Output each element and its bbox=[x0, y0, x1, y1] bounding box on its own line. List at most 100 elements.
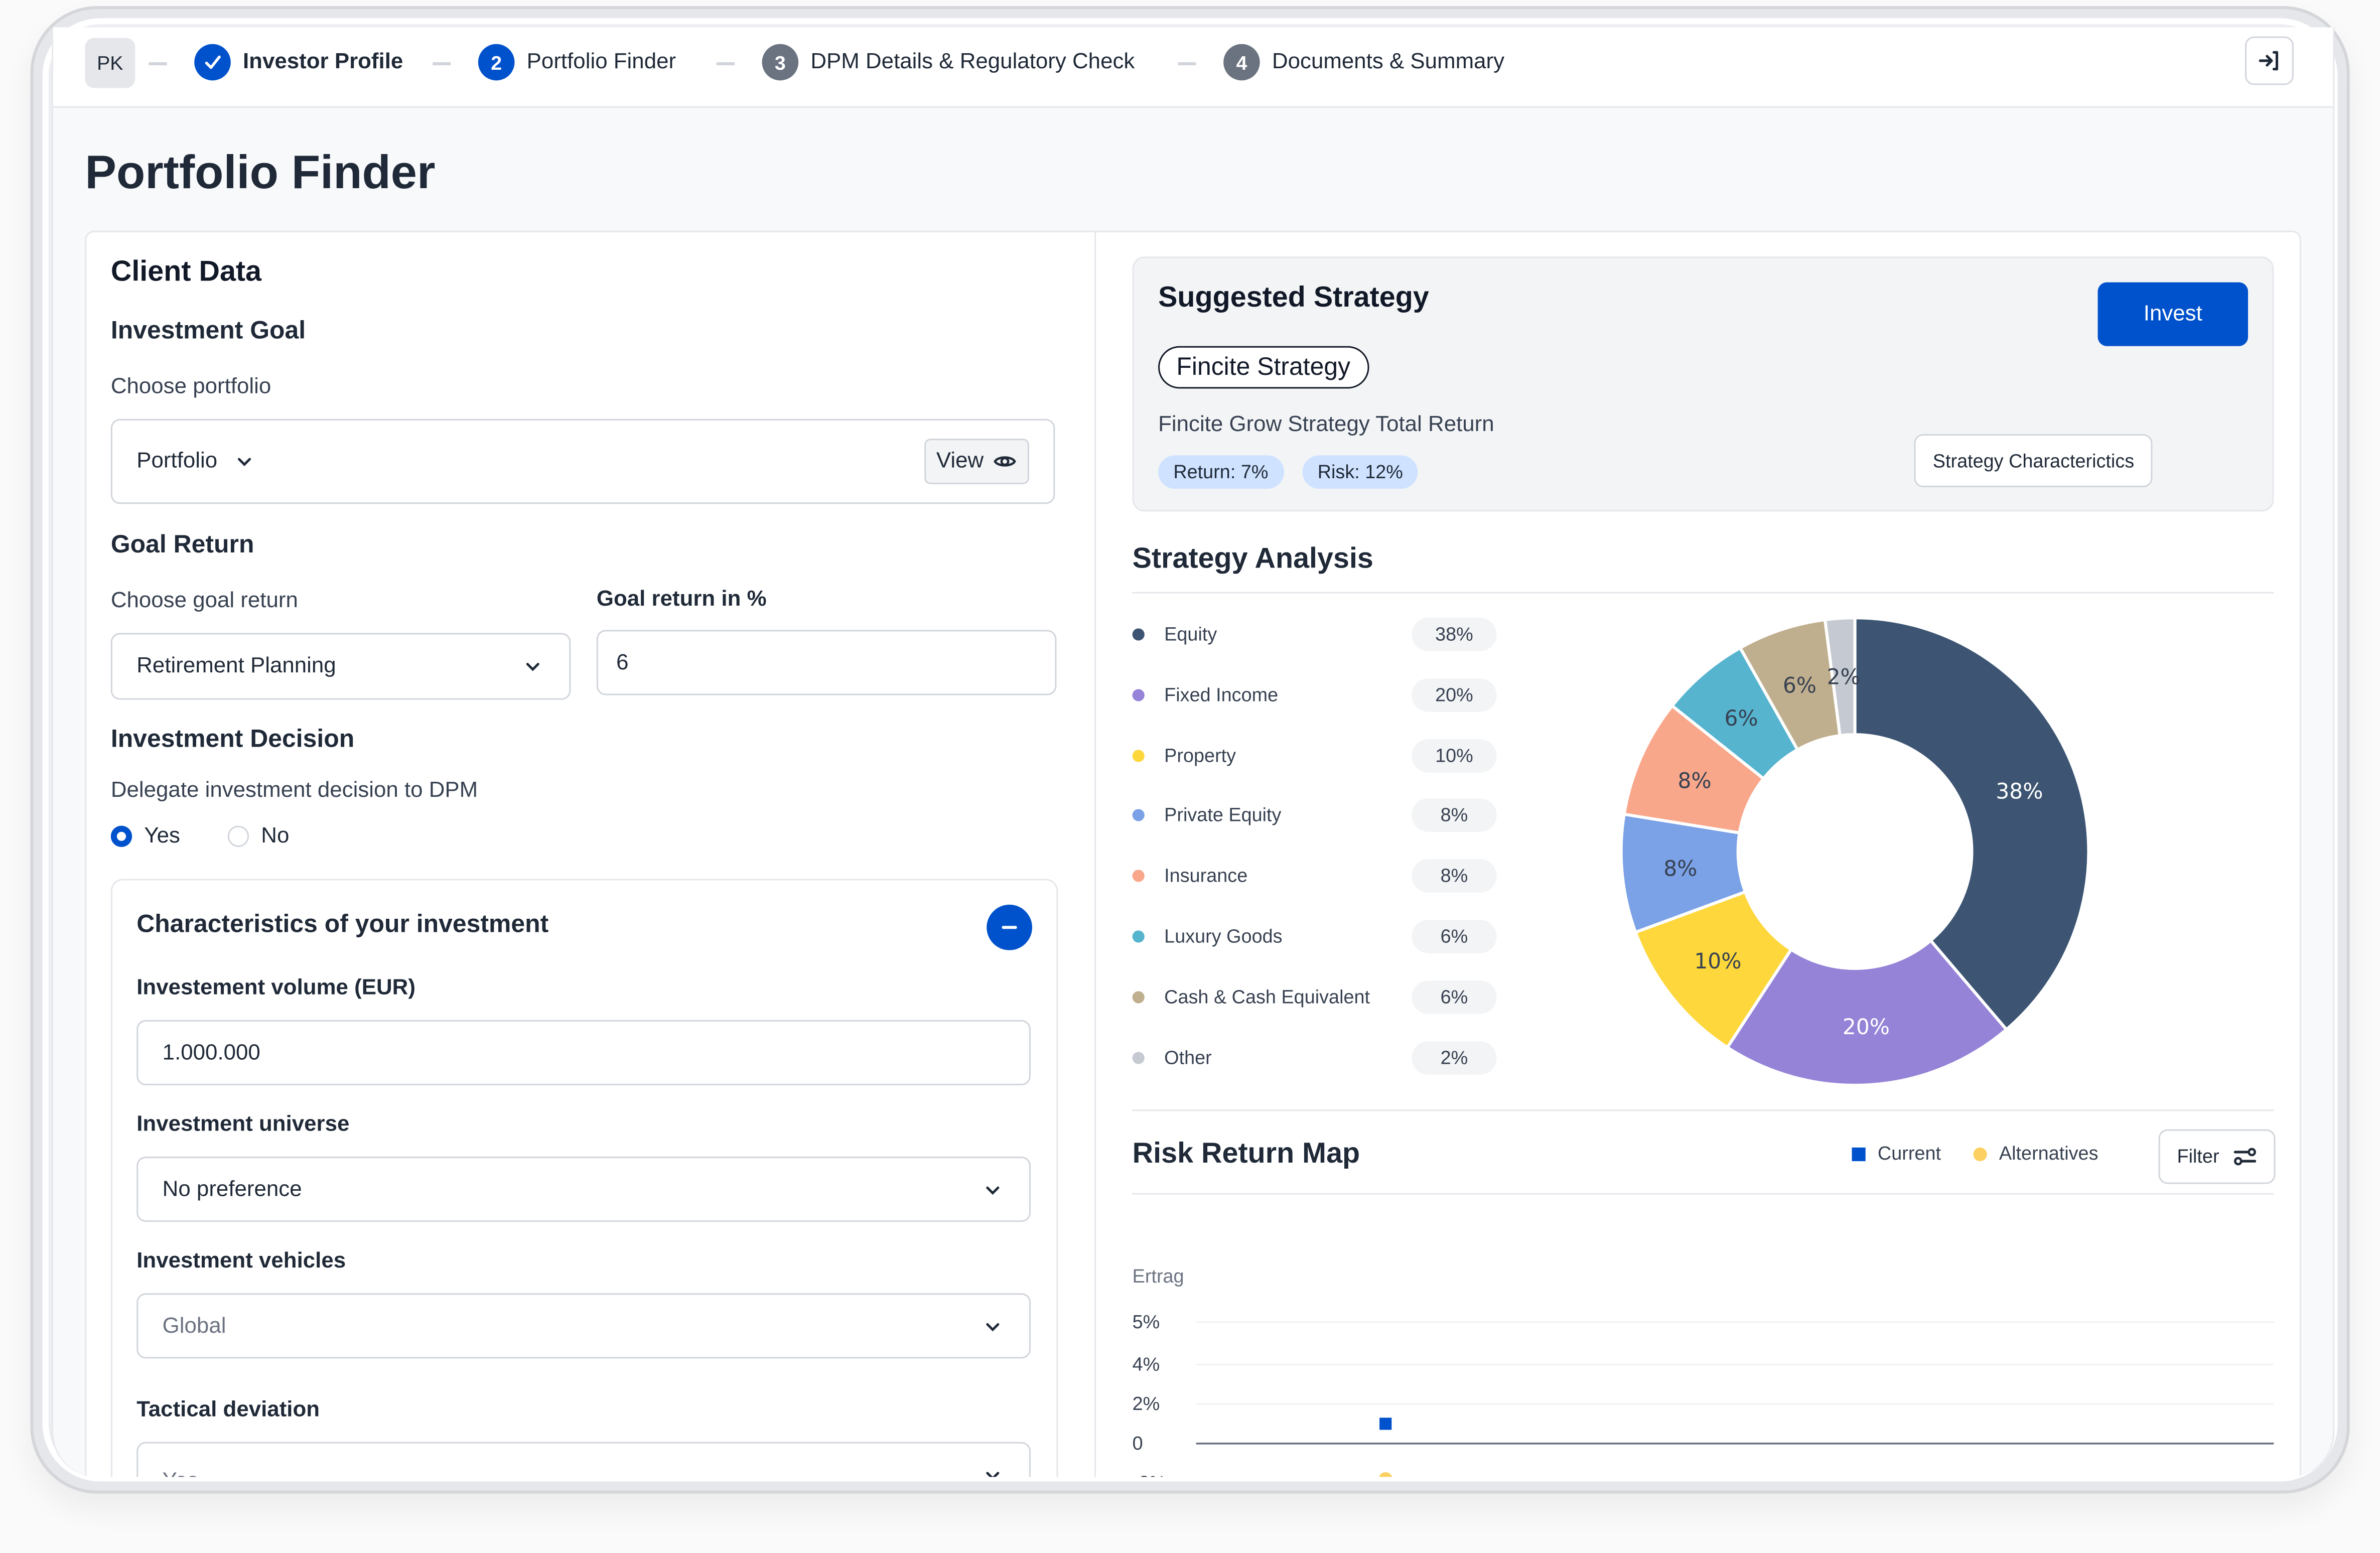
delegate-question: Delegate investment decision to DPM bbox=[110, 778, 478, 803]
goal-return-percent-label: Goal return in % bbox=[596, 587, 767, 612]
step-number: 4 bbox=[1223, 44, 1260, 81]
radio-label: Yes bbox=[144, 824, 180, 849]
legend-dot-icon bbox=[1132, 930, 1145, 943]
goal-return-percent-input[interactable]: 6 bbox=[596, 630, 1057, 695]
donut-slice-label: 38% bbox=[1996, 779, 2043, 803]
legend-value: 10% bbox=[1412, 738, 1497, 772]
legend-item: Property 10% bbox=[1132, 738, 1497, 772]
legend-dot-icon bbox=[1132, 628, 1145, 641]
donut-slice-label: 2% bbox=[1827, 664, 1861, 689]
legend-value: 38% bbox=[1412, 618, 1497, 651]
goal-return-value: Retirement Planning bbox=[136, 654, 336, 679]
vehicles-label: Investment vehicles bbox=[136, 1249, 346, 1274]
legend-value: 6% bbox=[1412, 920, 1497, 953]
scatter-point-alternatives[interactable] bbox=[1379, 1472, 1392, 1477]
radio-yes[interactable]: Yes bbox=[110, 824, 180, 849]
legend-value: 2% bbox=[1412, 1040, 1497, 1074]
legend-label: Other bbox=[1164, 1047, 1212, 1068]
goal-return-percent-value: 6 bbox=[616, 650, 629, 675]
step-number: 2 bbox=[478, 44, 515, 81]
legend-value: 6% bbox=[1412, 980, 1497, 1014]
square-marker-icon bbox=[1852, 1147, 1866, 1161]
step-separator bbox=[716, 62, 735, 65]
legend-dot-icon bbox=[1132, 991, 1145, 1003]
universe-label: Investment universe bbox=[136, 1112, 350, 1137]
step-separator bbox=[1178, 62, 1196, 65]
y-tick-label: 4% bbox=[1133, 1354, 1160, 1375]
portfolio-select[interactable]: Portfolio View bbox=[110, 418, 1055, 504]
strategy-analysis-heading: Strategy Analysis bbox=[1132, 543, 1373, 576]
y-tick-label: 5% bbox=[1133, 1312, 1160, 1333]
goal-return-select[interactable]: Retirement Planning bbox=[110, 633, 571, 700]
vehicles-select[interactable]: Global bbox=[136, 1293, 1031, 1359]
step-investor-profile[interactable]: Investor Profile bbox=[194, 43, 403, 82]
minus-icon bbox=[1002, 926, 1017, 929]
chevron-down-icon bbox=[986, 1471, 1000, 1477]
legend-label: Equity bbox=[1164, 624, 1217, 645]
step-documents-summary[interactable]: 4 Documents & Summary bbox=[1223, 43, 1504, 82]
chevron-down-icon bbox=[986, 1186, 1000, 1194]
legend-label: Luxury Goods bbox=[1164, 926, 1283, 947]
legend-dot-icon bbox=[1132, 870, 1145, 883]
y-axis-label: Ertrag bbox=[1133, 1266, 1184, 1287]
characteristics-panel: Characteristics of your investment Inves… bbox=[110, 879, 1058, 1477]
legend-label: Private Equity bbox=[1164, 805, 1282, 826]
step-number: 3 bbox=[762, 44, 799, 81]
legend-label: Fixed Income bbox=[1164, 684, 1279, 706]
invest-button[interactable]: Invest bbox=[2097, 282, 2249, 346]
volume-value: 1.000.000 bbox=[162, 1040, 260, 1065]
choose-goal-return-label: Choose goal return bbox=[110, 589, 298, 614]
chevron-down-icon bbox=[526, 663, 539, 671]
radio-label: No bbox=[261, 824, 290, 849]
stepper-bar: PK Investor Profile 2 Portfolio Finder 3… bbox=[53, 27, 2333, 108]
donut-slice-label: 10% bbox=[1694, 949, 1741, 973]
sliders-icon bbox=[2233, 1148, 2257, 1166]
risk-return-scatter-chart: Ertrag 5% 4% 2% 0 -2% bbox=[1133, 1266, 2274, 1477]
view-button[interactable]: View bbox=[924, 439, 1029, 484]
legend-item: Cash & Cash Equivalent 6% bbox=[1132, 980, 1497, 1014]
divider bbox=[1132, 1109, 2274, 1111]
suggested-strategy-box: Suggested Strategy Invest Fincite Strate… bbox=[1132, 256, 2274, 512]
return-badge: Return: 7% bbox=[1158, 455, 1284, 489]
step-label: Documents & Summary bbox=[1272, 50, 1505, 75]
avatar[interactable]: PK bbox=[85, 38, 135, 88]
legend-value: 8% bbox=[1412, 799, 1497, 832]
step-portfolio-finder[interactable]: 2 Portfolio Finder bbox=[478, 43, 676, 82]
allocation-donut-chart: 38% 20% 10% 8% 8% 6% 6% 2% bbox=[1619, 616, 2090, 1087]
legend-item: Other 2% bbox=[1132, 1040, 1497, 1074]
y-tick-label: -2% bbox=[1133, 1473, 1166, 1477]
tactical-value: Yes bbox=[163, 1469, 199, 1477]
eye-icon bbox=[994, 456, 1016, 467]
universe-value: No preference bbox=[162, 1177, 302, 1202]
donut-slice-label: 20% bbox=[1843, 1015, 1890, 1039]
step-dpm-details[interactable]: 3 DPM Details & Regulatory Check bbox=[762, 43, 1135, 82]
legend-alternatives: Alternatives bbox=[1973, 1143, 2098, 1164]
portfolio-finder-card: Client Data Investment Goal Choose portf… bbox=[85, 230, 2301, 1477]
step-separator bbox=[149, 62, 167, 65]
volume-input[interactable]: 1.000.000 bbox=[136, 1020, 1031, 1085]
strategy-name-pill: Fincite Strategy bbox=[1158, 346, 1369, 389]
characteristics-heading: Characteristics of your investment bbox=[136, 911, 549, 938]
universe-select[interactable]: No preference bbox=[136, 1157, 1031, 1222]
scatter-point-current[interactable] bbox=[1379, 1418, 1392, 1430]
radio-no[interactable]: No bbox=[227, 824, 290, 849]
legend-value: 8% bbox=[1412, 859, 1497, 893]
y-tick-label: 0 bbox=[1133, 1433, 1143, 1454]
legend-item: Private Equity 8% bbox=[1132, 799, 1497, 832]
investment-goal-heading: Investment Goal bbox=[110, 317, 306, 345]
strategy-characteristics-button[interactable]: Strategy Characterictics bbox=[1914, 434, 2153, 488]
donut-slice-label: 6% bbox=[1724, 706, 1758, 731]
chevron-down-icon bbox=[986, 1322, 1000, 1331]
divider bbox=[1132, 1193, 2274, 1195]
legend-dot-icon bbox=[1132, 749, 1145, 762]
device-frame: PK Investor Profile 2 Portfolio Finder 3… bbox=[0, 0, 2380, 1553]
client-data-panel: Client Data Investment Goal Choose portf… bbox=[86, 232, 1096, 1477]
filter-button[interactable]: Filter bbox=[2159, 1129, 2276, 1184]
tactical-select[interactable]: Yes bbox=[136, 1442, 1031, 1477]
check-icon bbox=[194, 44, 231, 81]
legend-item: Insurance 8% bbox=[1132, 859, 1497, 893]
collapse-button[interactable] bbox=[987, 904, 1032, 950]
legend-dot-icon bbox=[1132, 688, 1145, 701]
exit-button[interactable] bbox=[2245, 36, 2294, 85]
suggested-strategy-heading: Suggested Strategy bbox=[1158, 282, 1429, 315]
